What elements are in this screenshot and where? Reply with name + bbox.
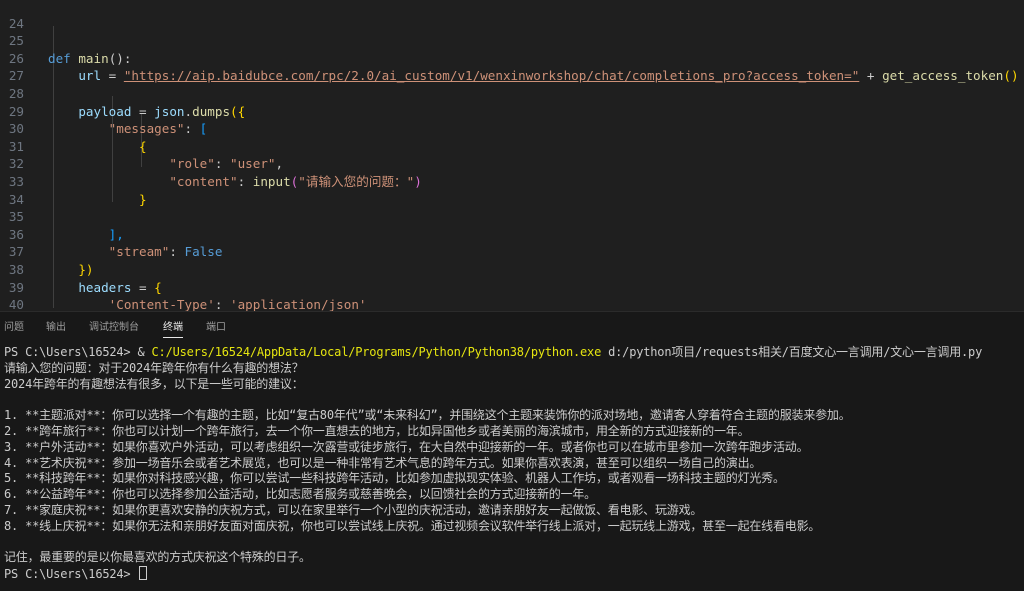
terminal-prompt: PS C:\Users\16524> &: [4, 345, 152, 359]
tab-debug-console[interactable]: 调试控制台: [89, 320, 139, 338]
terminal-prompt-line: PS C:\Users\16524>: [4, 566, 1020, 582]
code-line: 33 }: [0, 155, 1024, 207]
terminal-line: 2024年跨年的有趣想法有很多，以下是一些可能的建议：: [4, 376, 304, 391]
panel-tab-bar: 问题 输出 调试控制台 终端 端口: [0, 312, 1024, 344]
code-line: 28 payload = json.dumps({: [0, 67, 1024, 119]
code-line: 24: [0, 0, 1024, 31]
terminal-line: 6. **公益跨年**：你也可以选择参加公益活动，比如志愿者服务或慈善晚会，以回…: [4, 487, 596, 502]
tab-ports[interactable]: 端口: [206, 320, 226, 338]
code-line: 41: [0, 296, 1024, 311]
code-line: 29 "messages": [: [0, 85, 1024, 137]
code-line: 27: [0, 50, 1024, 83]
code-line: 38 headers = {: [0, 243, 1024, 295]
terminal-line: 1. **主题派对**：你可以选择一个有趣的主题，比如“复古80年代”或“未来科…: [4, 408, 851, 423]
code-line: 36 "stream": False: [0, 208, 1024, 260]
terminal-line: 5. **科技跨年**：如果你对科技感兴趣，你可以尝试一些科技跨年活动，比如参加…: [4, 471, 785, 486]
tab-problems[interactable]: 问题: [4, 320, 24, 338]
terminal-prompt: PS C:\Users\16524>: [4, 567, 138, 582]
tab-terminal[interactable]: 终端: [163, 320, 183, 338]
terminal-line: 7. **家庭庆祝**：如果你更喜欢安静的庆祝方式，可以在家里举行一个小型的庆祝…: [4, 502, 703, 517]
script-path: d:/python项目/requests相关/百度文心一言调用/文心一言调用.p…: [601, 345, 983, 359]
code-line: 30 {: [0, 103, 1024, 154]
terminal-line: 4. **艺术庆祝**：参加一场音乐会或者艺术展览，也可以是一种非常有艺术气息的…: [4, 455, 762, 470]
code-line: 35 ],: [0, 191, 1024, 242]
terminal-cursor: [139, 566, 148, 581]
terminal[interactable]: PS C:\Users\16524> & C:/Users/16524/AppD…: [4, 345, 1020, 589]
vscode-window: 24 25 def main(): 26 url = "https://aip.…: [0, 0, 1024, 591]
terminal-line: 记住，最重要的是以你最喜欢的方式庆祝这个特殊的日子。: [4, 550, 311, 565]
code-line: 32 "content": input("请输入您的问题："): [0, 138, 1024, 189]
code-line: 34: [0, 173, 1024, 207]
terminal-command-line: PS C:\Users\16524> & C:/Users/16524/AppD…: [4, 345, 1020, 361]
code-line: 25 def main():: [0, 15, 1024, 66]
code-line: 31 "role": "user",: [0, 120, 1024, 172]
code-editor[interactable]: 24 25 def main(): 26 url = "https://aip.…: [0, 0, 1024, 311]
terminal-line: 3. **户外活动**：如果你喜欢户外活动，可以考虑组织一次露营或徒步旅行，在大…: [4, 439, 809, 454]
code-line: 26 url = "https://aip.baidubce.com/rpc/2…: [0, 32, 1024, 84]
python-exe-path: C:/Users/16524/AppData/Local/Programs/Py…: [151, 345, 602, 359]
code-line: 39 'Content-Type': 'application/json': [0, 261, 1024, 312]
code-line: 40 }: [0, 279, 1024, 311]
tab-output[interactable]: 输出: [46, 320, 66, 338]
terminal-line: 2. **跨年旅行**：你也可以计划一个跨年旅行，去一个你一直想去的地方，比如异…: [4, 423, 750, 438]
terminal-line: 8. **线上庆祝**：如果你无法和亲朋好友面对面庆祝，你也可以尝试线上庆祝。通…: [4, 518, 821, 533]
code-line: 37 }): [0, 226, 1024, 277]
terminal-line: 请输入您的问题：对于2024年跨年你有什么有趣的想法？: [4, 360, 304, 375]
bottom-panel: 问题 输出 调试控制台 终端 端口 PS C:\Users\16524> & C…: [0, 311, 1024, 591]
